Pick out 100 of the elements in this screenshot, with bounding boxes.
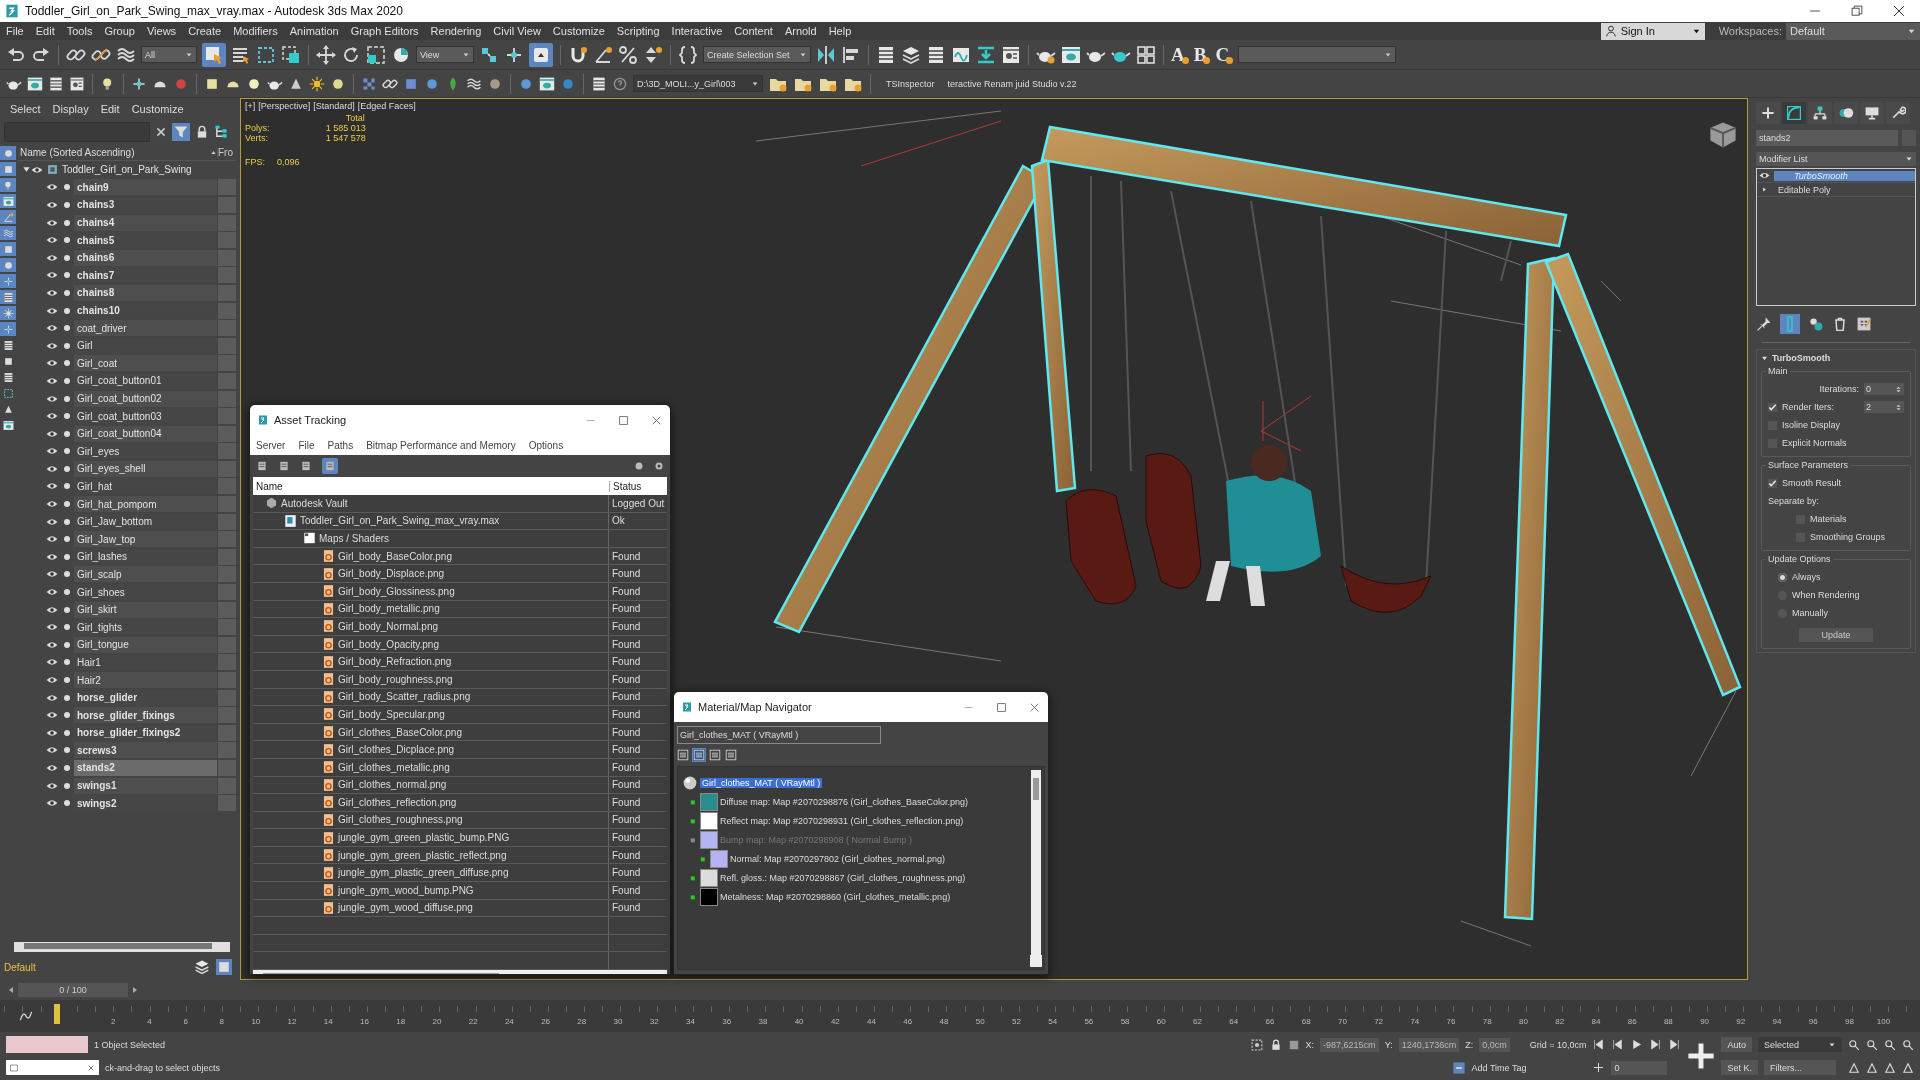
menu-item[interactable]: Content (728, 25, 779, 37)
coordinate-field[interactable]: 0,0cm (1479, 1037, 1510, 1052)
asset-name[interactable]: Girl_clothes_normal.png (338, 779, 447, 791)
set-key-button[interactable]: Set K. (1721, 1060, 1758, 1075)
menu-item[interactable]: Edit (29, 25, 61, 37)
menu-item[interactable]: Display (46, 103, 95, 115)
asset-name[interactable]: jungle_gym_plastic_green_diffuse.png (338, 867, 509, 879)
asset-name[interactable]: Girl_body_BaseColor.png (338, 550, 452, 562)
menu-item[interactable]: Options (528, 439, 564, 451)
asset-name[interactable]: Girl_clothes_metallic.png (338, 761, 450, 773)
object-item[interactable]: Girl_scalp (74, 566, 217, 583)
asset-name[interactable]: Girl_body_Displace.png (338, 568, 445, 580)
object-item[interactable]: coat_driver (74, 320, 217, 337)
workspace-dropdown[interactable]: Default (1786, 22, 1920, 40)
viewport-label[interactable]: [+] (245, 101, 256, 111)
object-item[interactable]: Girl_coat_button02 (74, 390, 217, 407)
object-item[interactable]: chains8 (74, 284, 217, 301)
menu-item[interactable]: Rendering (424, 25, 488, 37)
asset-name[interactable]: Girl_body_roughness.png (338, 673, 453, 685)
asset-name[interactable]: Girl_body_Specular.png (338, 708, 445, 720)
menu-item[interactable]: Interactive (665, 25, 729, 37)
frame-field[interactable]: 0 (1611, 1060, 1668, 1075)
asset-name[interactable]: Girl_body_Glossiness.png (338, 585, 455, 597)
key-mode-dropdown[interactable]: Selected (1758, 1037, 1842, 1052)
menu-item[interactable]: Views (140, 25, 183, 37)
asset-name[interactable]: Girl_clothes_reflection.png (338, 796, 457, 808)
asset-name[interactable]: Girl_clothes_BaseColor.png (338, 726, 462, 738)
object-item[interactable]: horse_glider_fixings (74, 707, 217, 724)
object-item[interactable]: chains6 (74, 249, 217, 266)
auto-key-button[interactable]: Auto (1721, 1037, 1752, 1052)
coordinate-field[interactable]: 1240,1736cm (1398, 1037, 1460, 1052)
menu-item[interactable]: Arnold (778, 25, 823, 37)
object-item[interactable]: Girl_eyes_shell (74, 460, 217, 477)
object-item[interactable]: chain9 (74, 179, 217, 196)
viewport-label[interactable]: [Edged Faces] (357, 101, 416, 111)
object-item[interactable]: Girl_Jaw_top (74, 531, 217, 548)
update-button[interactable]: Update (1799, 628, 1873, 642)
sign-in-dropdown[interactable]: Sign In (1600, 22, 1705, 40)
asset-name[interactable]: Girl_body_Opacity.png (338, 638, 439, 650)
asset-name[interactable]: jungle_gym_green_plastic_reflect.png (338, 849, 507, 861)
menu-item[interactable]: Select (4, 103, 47, 115)
menu-item[interactable]: Customize (546, 25, 611, 37)
object-item[interactable]: Girl_coat (74, 355, 217, 372)
asset-name[interactable]: jungle_gym_wood_bump.PNG (338, 884, 474, 896)
object-item[interactable]: Girl_skirt (74, 601, 217, 618)
script-button[interactable]: B (1193, 43, 1211, 66)
object-item[interactable]: stands2 (74, 760, 217, 776)
menu-item[interactable]: Paths (327, 439, 354, 451)
object-item[interactable]: Girl_coat_button04 (74, 425, 217, 442)
asset-name[interactable]: Girl_body_metallic.png (338, 603, 440, 615)
menu-item[interactable]: Graph Editors (344, 25, 425, 37)
object-item[interactable]: Hair2 (74, 672, 217, 688)
material-node[interactable]: Girl_clothes_MAT ( VRayMtl ) (700, 777, 823, 788)
menu-item[interactable]: File (0, 25, 30, 37)
menu-item[interactable]: Server (256, 439, 286, 451)
object-item[interactable]: swings1 (74, 777, 217, 794)
menu-item[interactable]: File (298, 439, 315, 451)
column-header[interactable]: Name (253, 480, 609, 492)
map-node[interactable]: Refl. gloss.: Map #2070298867 (Girl_clothes_roughness.png) (720, 872, 966, 883)
object-item[interactable]: Girl_hat_pompom (74, 496, 217, 513)
asset-name[interactable]: Maps / Shaders (319, 533, 390, 544)
coordinate-field[interactable]: -987,6215cm (1320, 1037, 1379, 1052)
viewport-label[interactable]: [Perspective] (258, 101, 311, 111)
object-name-field[interactable]: stands2 (1756, 130, 1898, 146)
modifier-list-dropdown[interactable]: Modifier List (1756, 152, 1916, 166)
scene-root[interactable]: Toddler_Girl_on_Park_Swing (62, 164, 192, 176)
script-button[interactable]: A (1171, 43, 1189, 66)
asset-name[interactable]: Girl_body_Normal.png (338, 620, 439, 632)
modifier-item[interactable]: Editable Poly (1772, 184, 1915, 195)
asset-name[interactable]: jungle_gym_green_plastic_bump.PNG (338, 832, 510, 844)
project-path-dropdown[interactable]: D:\3D_MOLI...y_Girl\003 (633, 75, 763, 92)
menu-item[interactable]: Create (182, 25, 228, 37)
key-filters-button[interactable]: Filters... (1764, 1060, 1836, 1075)
selection-set-dropdown[interactable]: Create Selection Set (703, 46, 811, 63)
asset-name[interactable]: Girl_body_Refraction.png (338, 656, 452, 668)
reference-coordinate-dropdown[interactable]: View (416, 46, 474, 63)
menu-item[interactable]: Bitmap Performance and Memory (366, 439, 516, 451)
menu-item[interactable]: Group (98, 25, 141, 37)
asset-name[interactable]: Autodesk Vault (281, 497, 348, 509)
object-item[interactable]: screws3 (74, 742, 217, 759)
asset-name[interactable]: Girl_body_Scatter_radius.png (338, 691, 471, 703)
menu-item[interactable]: Modifiers (227, 25, 284, 37)
column-header[interactable]: Fro (217, 146, 236, 158)
map-node[interactable]: Metalness: Map #2070298860 (Girl_clothes_metallic.png) (720, 891, 951, 902)
asset-name[interactable]: jungle_gym_wood_diffuse.png (338, 902, 473, 914)
map-node[interactable]: Diffuse map: Map #2070298876 (Girl_clothes_BaseColor.png) (720, 796, 968, 807)
number-spinner[interactable]: 2 (1864, 401, 1904, 413)
object-item[interactable]: Girl_tongue (74, 636, 217, 653)
number-spinner[interactable]: 0 (1864, 383, 1904, 395)
object-item[interactable]: chains4 (74, 214, 217, 231)
asset-name[interactable]: Girl_clothes_roughness.png (338, 814, 463, 826)
menu-item[interactable]: Scripting (610, 25, 666, 37)
time-tag-button[interactable]: Add Time Tag (1471, 1062, 1527, 1073)
rollout-title[interactable]: TurboSmooth (1772, 353, 1831, 363)
plugin-button[interactable]: teractive Renam juid Studio v.22 (947, 78, 1077, 89)
material-name-field[interactable]: Girl_clothes_MAT ( VRayMtl ) (677, 726, 881, 744)
menu-item[interactable]: Help (822, 25, 858, 37)
asset-name[interactable]: Girl_clothes_Dicplace.png (338, 744, 455, 756)
menu-item[interactable]: Edit (94, 103, 126, 115)
menu-item[interactable]: Civil View (487, 25, 547, 37)
